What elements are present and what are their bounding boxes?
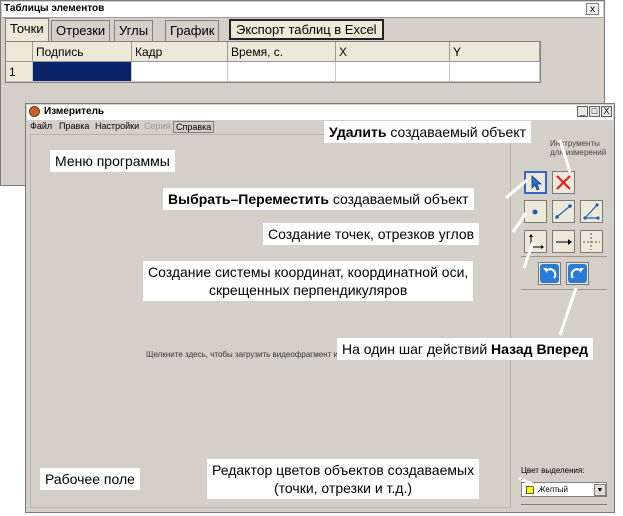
callout-create: Создание точек, отрезков углов [263, 223, 480, 245]
callout-coords: Создание системы координат, координатной… [143, 261, 474, 301]
callout-colors-line2: (точки, отрезки и т.д.) [274, 480, 413, 496]
callout-undo-text: На один шаг действий [342, 341, 492, 357]
callout-undo-bold: Назад Вперед [491, 341, 589, 357]
callout-arrows [505, 139, 578, 490]
arrow-to-colors [518, 476, 541, 490]
arrow-to-delete [558, 139, 572, 173]
callout-select: Выбрать–Переместить создаваемый объект [163, 188, 474, 210]
arrow-to-coords [522, 241, 535, 269]
callout-menu: Меню программы [50, 150, 175, 172]
callout-select-text: создаваемый объект [328, 191, 469, 207]
callout-workfield: Рабочее поле [40, 468, 140, 490]
callout-delete-bold: Удалить [329, 124, 387, 140]
callout-select-bold: Выбрать–Переместить [168, 191, 329, 207]
callout-undo-redo: На один шаг действий Назад Вперед [337, 338, 594, 360]
arrow-to-create [511, 212, 528, 233]
callout-coords-line1: Создание системы координат, координатной… [148, 264, 469, 280]
callout-coords-line2: скрещенных перпендикуляров [209, 282, 408, 298]
arrow-to-undo-redo [558, 287, 578, 336]
callout-delete: Удалить создаваемый объект [324, 121, 532, 143]
callout-colors: Редактор цветов объектов создаваемых (то… [207, 459, 480, 499]
callout-delete-text: создаваемый объект [386, 124, 527, 140]
arrow-to-select [505, 178, 528, 200]
callout-colors-line1: Редактор цветов объектов создаваемых [212, 462, 475, 478]
